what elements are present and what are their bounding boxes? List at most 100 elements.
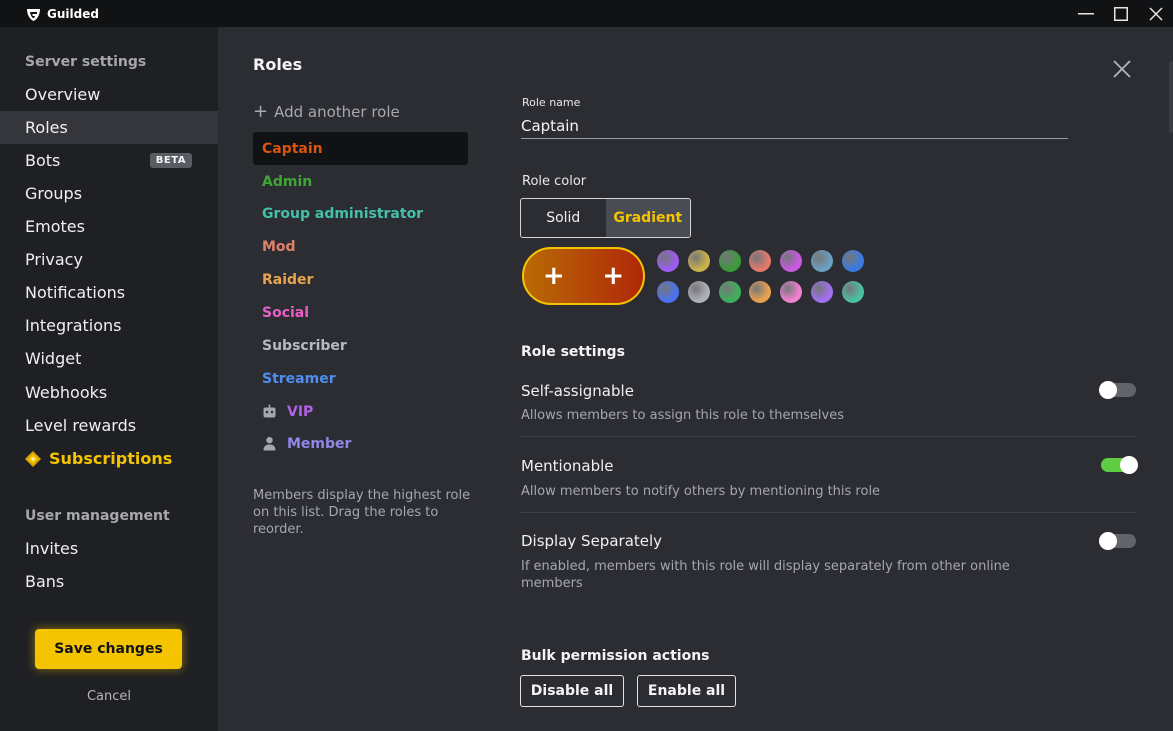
role-item-member[interactable]: Member bbox=[253, 427, 468, 460]
role-color-label: Role color bbox=[522, 174, 587, 189]
sidebar-item-label: Invites bbox=[25, 539, 79, 558]
sidebar-item-notifications[interactable]: Notifications bbox=[0, 276, 218, 309]
color-swatch[interactable] bbox=[749, 281, 772, 303]
add-role-button[interactable]: + Add another role bbox=[253, 101, 400, 122]
role-item-captain[interactable]: Captain bbox=[253, 132, 468, 165]
diamond-icon bbox=[25, 450, 41, 467]
color-swatch[interactable] bbox=[718, 281, 741, 303]
self-assignable-toggle[interactable] bbox=[1099, 381, 1136, 399]
sidebar-item-integrations[interactable]: Integrations bbox=[0, 309, 218, 342]
role-name: Group administrator bbox=[262, 205, 424, 222]
cancel-button[interactable]: Cancel bbox=[0, 689, 218, 704]
enable-all-button[interactable]: Enable all bbox=[637, 675, 736, 707]
sidebar-item-label: Integrations bbox=[25, 316, 122, 335]
role-item-social[interactable]: Social bbox=[253, 296, 468, 329]
toggle-knob bbox=[1120, 456, 1138, 474]
color-swatch[interactable] bbox=[811, 250, 833, 272]
self-assignable-title: Self-assignable bbox=[521, 382, 634, 400]
brand: Guilded bbox=[26, 7, 99, 21]
sidebar-item-roles[interactable]: Roles bbox=[0, 111, 218, 144]
sidebar-item-label: Bots bbox=[25, 151, 61, 170]
role-name: Captain bbox=[262, 140, 323, 157]
display-separately-title: Display Separately bbox=[521, 532, 663, 550]
sidebar-item-label: Level rewards bbox=[25, 416, 137, 435]
divider bbox=[521, 436, 1136, 437]
gradient-option[interactable]: Gradient bbox=[605, 199, 690, 237]
sidebar-item-label: Bans bbox=[25, 572, 65, 591]
sidebar-item-bans[interactable]: Bans bbox=[0, 565, 218, 598]
role-name: Admin bbox=[262, 173, 313, 190]
main-panel: Roles + Add another role Captain Admin G… bbox=[218, 27, 1173, 731]
sidebar-item-privacy[interactable]: Privacy bbox=[0, 243, 218, 276]
settings-sidebar: Server settings Overview Roles Bots BETA… bbox=[0, 27, 218, 731]
sidebar-item-label: Widget bbox=[25, 349, 82, 368]
color-swatch[interactable] bbox=[687, 281, 710, 303]
sidebar-item-widget[interactable]: Widget bbox=[0, 342, 218, 375]
self-assignable-desc: Allows members to assign this role to th… bbox=[521, 408, 845, 423]
role-name: Mod bbox=[262, 238, 296, 255]
sidebar-item-label: Webhooks bbox=[25, 383, 108, 402]
sidebar-item-level-rewards[interactable]: Level rewards bbox=[0, 409, 218, 442]
sidebar-item-label: Roles bbox=[25, 118, 68, 137]
display-separately-toggle[interactable] bbox=[1099, 532, 1136, 550]
role-name: Member bbox=[287, 435, 352, 452]
gradient-end-plus-icon[interactable]: + bbox=[602, 263, 624, 289]
color-mode-toggle: Solid Gradient bbox=[520, 198, 691, 238]
sidebar-item-label: Privacy bbox=[25, 250, 83, 269]
gradient-preview: + + bbox=[522, 247, 645, 305]
color-swatch[interactable] bbox=[841, 250, 864, 272]
window-close-icon[interactable] bbox=[1138, 0, 1173, 27]
color-swatch[interactable] bbox=[780, 250, 803, 272]
solid-option[interactable]: Solid bbox=[521, 199, 606, 237]
color-swatch[interactable] bbox=[780, 281, 803, 303]
color-swatch[interactable] bbox=[841, 281, 864, 303]
title-bar: Guilded bbox=[0, 0, 1173, 27]
bulk-permissions-heading: Bulk permission actions bbox=[521, 648, 710, 664]
sidebar-item-bots[interactable]: Bots BETA bbox=[0, 144, 218, 177]
role-name: VIP bbox=[287, 403, 314, 420]
role-item-subscriber[interactable]: Subscriber bbox=[253, 329, 468, 362]
sidebar-item-subscriptions[interactable]: Subscriptions bbox=[0, 442, 218, 475]
color-swatch[interactable] bbox=[811, 281, 833, 303]
scrollbar-thumb[interactable] bbox=[1169, 61, 1173, 133]
sidebar-item-emotes[interactable]: Emotes bbox=[0, 210, 218, 243]
app-name: Guilded bbox=[47, 6, 99, 21]
color-swatch[interactable] bbox=[657, 281, 679, 303]
color-swatch[interactable] bbox=[749, 250, 772, 272]
role-item-group-administrator[interactable]: Group administrator bbox=[253, 197, 468, 230]
sidebar-item-groups[interactable]: Groups bbox=[0, 177, 218, 210]
toggle-knob bbox=[1099, 532, 1117, 550]
mentionable-toggle[interactable] bbox=[1101, 456, 1138, 474]
bot-icon bbox=[262, 404, 277, 419]
role-item-streamer[interactable]: Streamer bbox=[253, 362, 468, 395]
color-swatch[interactable] bbox=[718, 250, 741, 272]
role-name: Raider bbox=[262, 271, 314, 288]
role-item-mod[interactable]: Mod bbox=[253, 230, 468, 263]
minimize-icon[interactable] bbox=[1068, 0, 1103, 27]
role-item-admin[interactable]: Admin bbox=[253, 165, 468, 198]
mentionable-desc: Allow members to notify others by mentio… bbox=[521, 484, 881, 499]
sidebar-item-webhooks[interactable]: Webhooks bbox=[0, 376, 218, 409]
sidebar-item-label: Groups bbox=[25, 184, 83, 203]
color-swatch[interactable] bbox=[657, 250, 679, 272]
maximize-icon[interactable] bbox=[1103, 0, 1138, 27]
page-title: Roles bbox=[253, 55, 303, 74]
color-swatch[interactable] bbox=[687, 250, 710, 272]
plus-icon: + bbox=[253, 101, 269, 122]
role-name: Social bbox=[262, 304, 310, 321]
role-name: Subscriber bbox=[262, 337, 347, 354]
role-item-raider[interactable]: Raider bbox=[253, 263, 468, 296]
gradient-start-plus-icon[interactable]: + bbox=[543, 263, 565, 289]
roles-hint: Members display the highest role on this… bbox=[253, 488, 471, 537]
sidebar-item-invites[interactable]: Invites bbox=[0, 532, 218, 565]
sidebar-item-label: Notifications bbox=[25, 283, 126, 302]
server-settings-label: Server settings bbox=[25, 54, 147, 70]
close-icon[interactable] bbox=[1112, 59, 1132, 79]
display-separately-desc: If enabled, members with this role will … bbox=[521, 559, 1010, 591]
disable-all-button[interactable]: Disable all bbox=[520, 675, 624, 707]
role-item-vip[interactable]: VIP bbox=[253, 395, 468, 428]
sidebar-item-label: Emotes bbox=[25, 217, 85, 236]
role-name-input[interactable] bbox=[521, 113, 1068, 139]
sidebar-item-overview[interactable]: Overview bbox=[0, 78, 218, 111]
save-changes-button[interactable]: Save changes bbox=[35, 629, 182, 669]
